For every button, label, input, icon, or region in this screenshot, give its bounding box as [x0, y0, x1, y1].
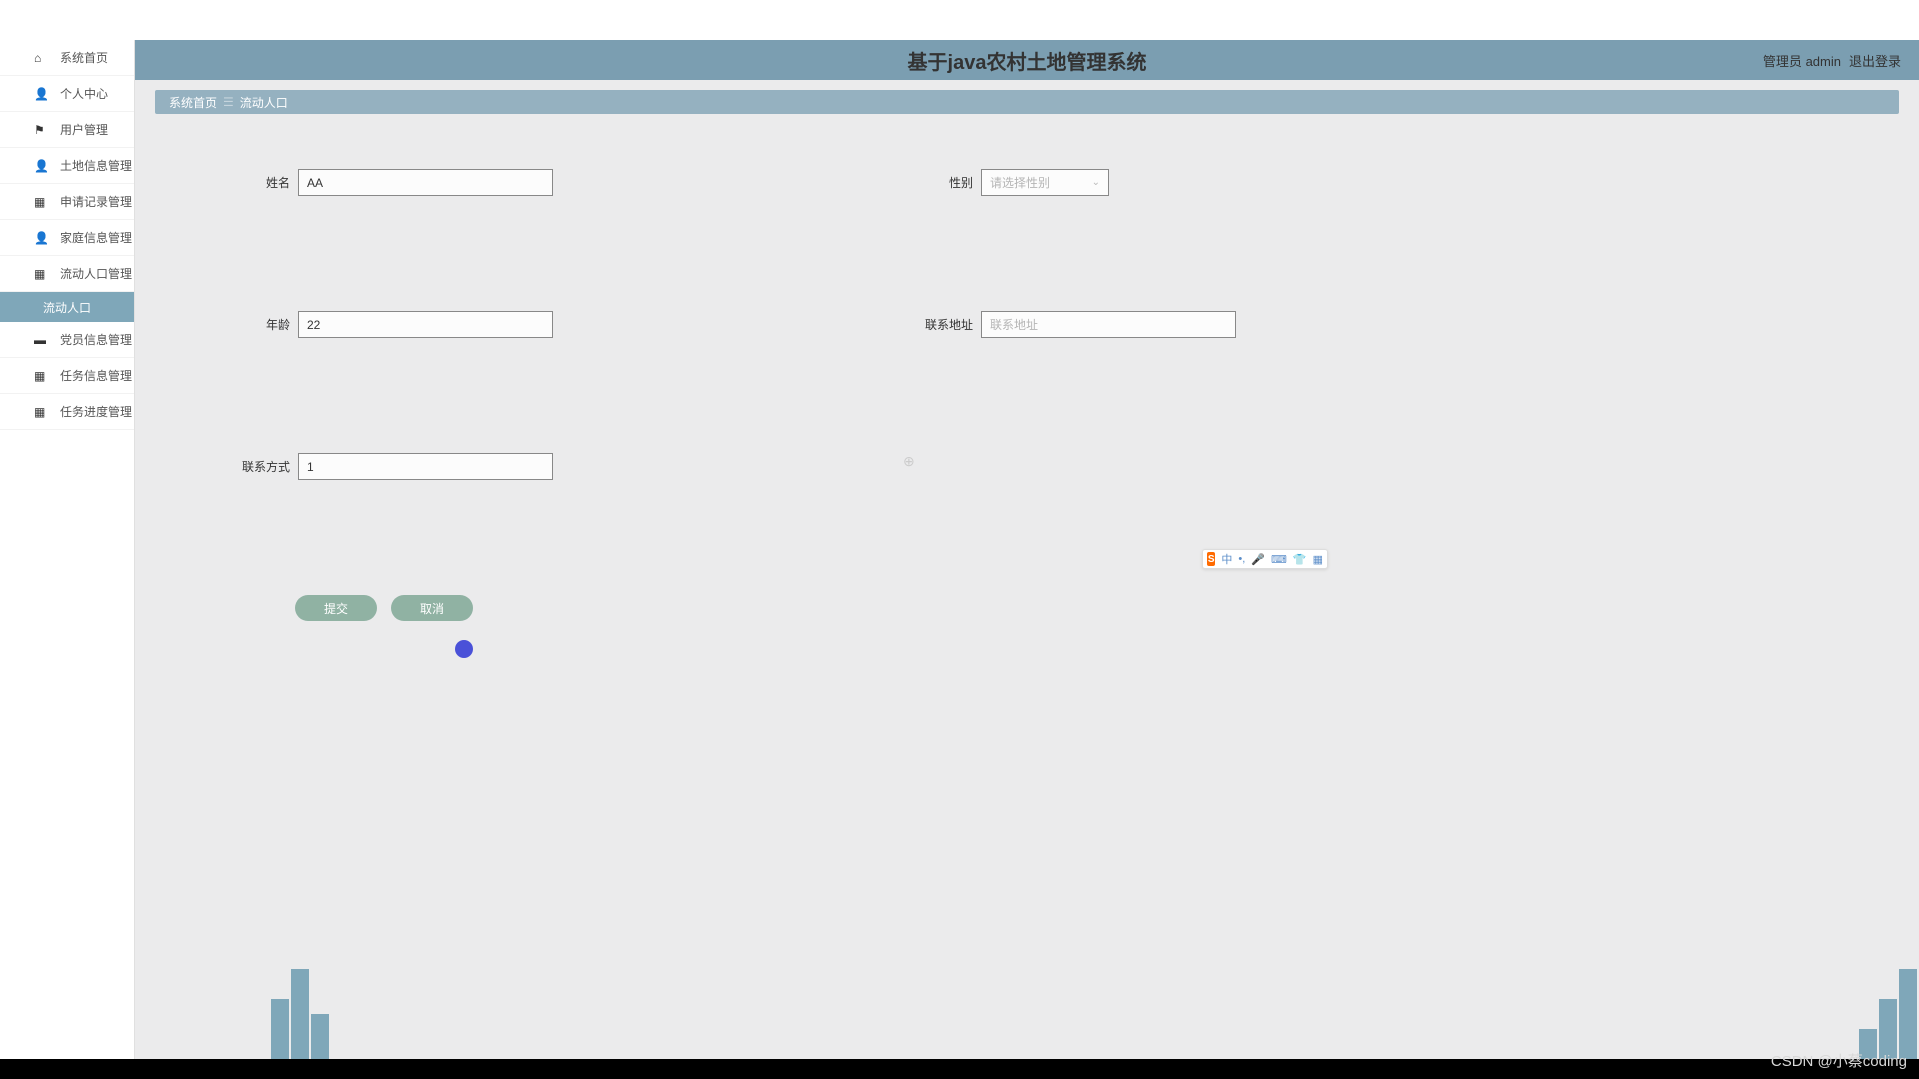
gender-select[interactable]: 请选择性别 ⌄ [981, 169, 1109, 196]
submit-button[interactable]: 提交 [295, 595, 377, 621]
form-area: 姓名 性别 请选择性别 ⌄ 年龄 [155, 114, 1899, 641]
sidebar-item-floating[interactable]: ▦ 流动人口管理 [0, 256, 134, 292]
sidebar-item-family[interactable]: 👤 家庭信息管理 [0, 220, 134, 256]
age-label: 年龄 [230, 316, 290, 333]
flag-icon: ⚑ [34, 123, 52, 137]
breadcrumb-home[interactable]: 系统首页 [169, 94, 217, 111]
bottom-strip [0, 1059, 1919, 1079]
logout-link[interactable]: 退出登录 [1849, 51, 1901, 70]
sidebar-item-label: 土地信息管理 [60, 157, 132, 174]
header-bar: 基于java农村土地管理系统 管理员 admin 退出登录 [135, 40, 1919, 80]
sidebar-item-label: 申请记录管理 [60, 193, 132, 210]
ime-toolbar[interactable]: S 中 •, 🎤 ⌨ 👕 ▦ [1202, 549, 1328, 569]
role-label: 管理员 admin [1763, 51, 1841, 70]
sidebar-item-label: 任务信息管理 [60, 367, 132, 384]
name-label: 姓名 [230, 174, 290, 191]
sogou-logo-icon: S [1207, 552, 1215, 566]
grid-icon: ▦ [34, 195, 52, 209]
ime-lang[interactable]: 中 [1221, 551, 1232, 567]
sidebar-item-land[interactable]: 👤 土地信息管理 [0, 148, 134, 184]
content-area: 基于java农村土地管理系统 管理员 admin 退出登录 系统首页 ☰ 流动人… [135, 40, 1919, 1059]
name-input[interactable] [298, 169, 553, 196]
user-icon: 👤 [34, 87, 52, 101]
decoration-buildings-left [269, 959, 329, 1059]
user-icon: 👤 [34, 231, 52, 245]
sidebar-item-label: 个人中心 [60, 85, 108, 102]
grid-icon: ▦ [34, 405, 52, 419]
cursor-indicator [455, 640, 473, 658]
breadcrumb-current: 流动人口 [240, 94, 288, 111]
sidebar-item-users[interactable]: ⚑ 用户管理 [0, 112, 134, 148]
sidebar-item-label: 党员信息管理 [60, 331, 132, 348]
sidebar-item-home[interactable]: ⌂ 系统首页 [0, 40, 134, 76]
ime-skin-icon[interactable]: 👕 [1293, 553, 1307, 566]
grid-icon: ▦ [34, 267, 52, 281]
sidebar-item-task-progress[interactable]: ▦ 任务进度管理 [0, 394, 134, 430]
address-input[interactable] [981, 311, 1236, 338]
sidebar-item-label: 家庭信息管理 [60, 229, 132, 246]
chevron-down-icon: ⌄ [1092, 177, 1100, 188]
gender-placeholder: 请选择性别 [990, 174, 1050, 191]
sidebar-item-profile[interactable]: 👤 个人中心 [0, 76, 134, 112]
home-icon: ⌂ [34, 51, 52, 65]
ime-mic-icon[interactable]: 🎤 [1251, 553, 1265, 566]
sidebar-item-label: 流动人口管理 [60, 265, 132, 282]
ime-menu-icon[interactable]: ▦ [1313, 553, 1323, 566]
grid-icon: ▦ [34, 369, 52, 383]
contact-input[interactable] [298, 453, 553, 480]
cancel-button[interactable]: 取消 [391, 595, 473, 621]
address-label: 联系地址 [913, 316, 973, 333]
sidebar-item-label: 系统首页 [60, 49, 108, 66]
watermark: CSDN @小蔡coding [1771, 1050, 1907, 1071]
ime-punct-icon[interactable]: •, [1238, 553, 1245, 565]
page-title: 基于java农村土地管理系统 [908, 46, 1147, 75]
sidebar-item-label: 任务进度管理 [60, 403, 132, 420]
gender-label: 性别 [913, 174, 973, 191]
decoration-buildings-right [1859, 959, 1919, 1059]
chat-icon: ▬ [34, 333, 52, 347]
sidebar-item-party[interactable]: ▬ 党员信息管理 [0, 322, 134, 358]
age-input[interactable] [298, 311, 553, 338]
sidebar-subitem-floating-population[interactable]: 流动人口 [0, 292, 134, 322]
add-icon[interactable]: ⊕ [903, 453, 915, 480]
sidebar-item-label: 流动人口 [43, 299, 91, 316]
user-icon: 👤 [34, 159, 52, 173]
sidebar-item-label: 用户管理 [60, 121, 108, 138]
sidebar: ⌂ 系统首页 👤 个人中心 ⚑ 用户管理 👤 土地信息管理 ▦ 申请记录管理 👤… [0, 40, 135, 1059]
sidebar-item-task-info[interactable]: ▦ 任务信息管理 [0, 358, 134, 394]
breadcrumb: 系统首页 ☰ 流动人口 [155, 90, 1899, 114]
breadcrumb-separator: ☰ [223, 95, 234, 109]
sidebar-item-apply[interactable]: ▦ 申请记录管理 [0, 184, 134, 220]
ime-keyboard-icon[interactable]: ⌨ [1271, 553, 1287, 566]
contact-label: 联系方式 [230, 458, 290, 475]
